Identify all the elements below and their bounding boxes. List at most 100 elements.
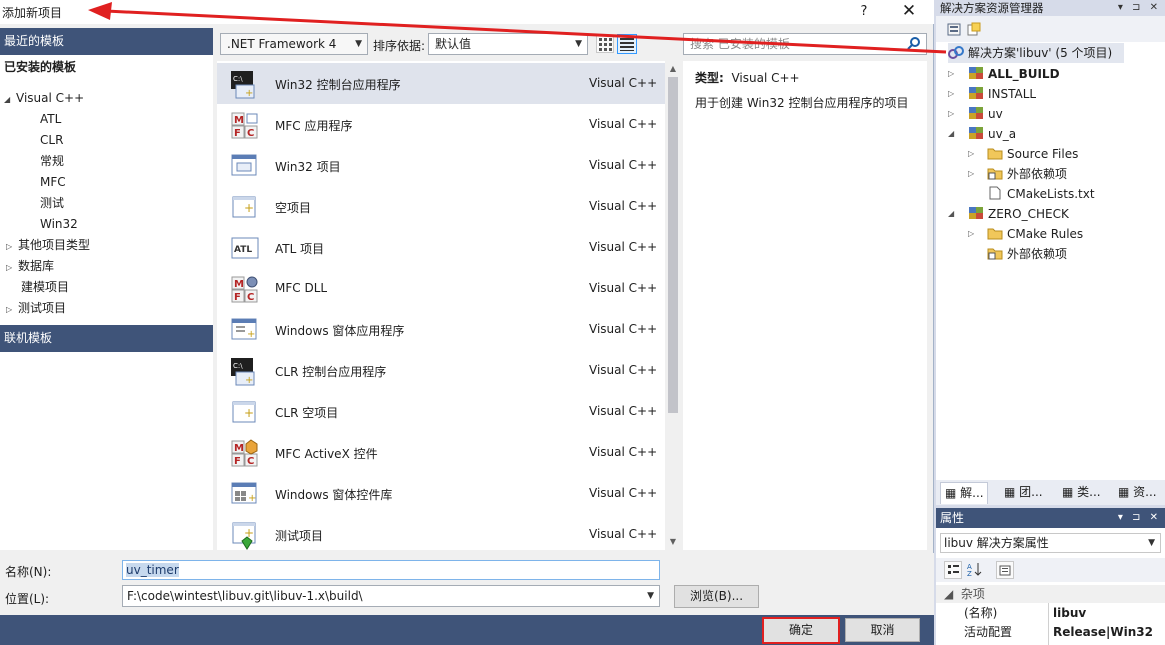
show-all-files-icon[interactable] [966, 21, 982, 37]
tree-node-test[interactable]: 测试 [40, 193, 64, 214]
template-row[interactable]: + Windows 窗体应用程序 Visual C++ [217, 309, 666, 350]
categorized-icon[interactable] [944, 561, 962, 579]
template-name: MFC ActiveX 控件 [275, 447, 378, 461]
installed-templates-header[interactable]: 已安装的模板 [0, 56, 213, 79]
template-row[interactable]: C:\ + Win32 控制台应用程序 Visual C++ [217, 63, 666, 104]
template-row[interactable]: M F C MFC 应用程序 Visual C++ [217, 104, 666, 145]
tree-label: 数据库 [18, 259, 55, 273]
sort-select[interactable]: 默认值 ▼ [428, 33, 588, 55]
collapsed-arrow-icon[interactable]: ▷ [948, 104, 954, 124]
solution-tree-node[interactable]: Source Files [987, 144, 1078, 164]
test-project-icon: + [230, 520, 260, 550]
tree-node-clr[interactable]: CLR [40, 130, 63, 151]
solution-tree-node[interactable]: uv [968, 104, 1003, 124]
solution-tree-node[interactable]: uv_a [968, 124, 1016, 144]
help-button[interactable]: ? [852, 2, 876, 22]
properties-icon[interactable] [946, 21, 962, 37]
small-icons-view-button[interactable] [596, 35, 614, 53]
scroll-up-icon[interactable]: ▲ [665, 61, 681, 77]
cancel-button[interactable]: 取消 [845, 618, 920, 642]
template-row[interactable]: M F C MFC DLL Visual C++ [217, 268, 666, 309]
expanded-arrow-icon[interactable]: ◢ [4, 89, 16, 110]
template-row[interactable]: C:\ + CLR 控制台应用程序 Visual C++ [217, 350, 666, 391]
svg-text:+: + [245, 88, 253, 99]
tab-label: 类... [1077, 485, 1101, 499]
template-row[interactable]: M F C MFC ActiveX 控件 Visual C++ [217, 432, 666, 473]
tree-node-mfc[interactable]: MFC [40, 172, 66, 193]
property-row[interactable]: (名称) libuv [936, 604, 1165, 623]
solution-tree-node[interactable]: ZERO_CHECK [968, 204, 1069, 224]
collapsed-arrow-icon[interactable]: ▷ [948, 64, 954, 84]
tree-node-database[interactable]: ▷ 数据库 [6, 256, 54, 277]
tree-node-other-project-types[interactable]: ▷ 其他项目类型 [6, 235, 90, 256]
panel-window-buttons[interactable]: ▾ ⊐ ✕ [1118, 0, 1161, 16]
details-view-button[interactable] [617, 34, 637, 54]
team-tab-icon: ▦ [1004, 485, 1016, 499]
alphabetical-sort-icon[interactable]: AZ [966, 561, 984, 579]
solution-tree-node[interactable]: CMake Rules [987, 224, 1083, 244]
framework-value: .NET Framework 4 [227, 37, 337, 51]
properties-category[interactable]: ◢ 杂项 [936, 585, 1165, 603]
ok-button[interactable]: 确定 [762, 617, 840, 644]
browse-button[interactable]: 浏览(B)... [674, 585, 759, 608]
tab-solution-explorer[interactable]: ▦ 解... [940, 482, 988, 504]
solution-tree-node[interactable]: ALL_BUILD [968, 64, 1060, 84]
tab-class-view[interactable]: ▦ 类... [1058, 482, 1106, 504]
template-row[interactable]: Win32 项目 Visual C++ [217, 145, 666, 186]
project-name-input[interactable]: uv_timer [122, 560, 660, 580]
online-templates-header[interactable]: 联机模板 [0, 325, 213, 352]
solution-explorer-titlebar: 解决方案资源管理器 ▾ ⊐ ✕ [936, 0, 1165, 16]
windows-forms-app-icon: + [230, 315, 260, 345]
collapsed-arrow-icon[interactable]: ▷ [6, 299, 18, 320]
solution-tree-node[interactable]: CMakeLists.txt [987, 184, 1095, 204]
template-language: Visual C++ [589, 527, 658, 541]
tree-node-visual-cpp[interactable]: ◢ Visual C++ [4, 88, 84, 109]
panel-window-buttons[interactable]: ▾ ⊐ ✕ [1118, 508, 1161, 528]
expanded-arrow-icon[interactable]: ◢ [948, 204, 954, 224]
template-list: C:\ + Win32 控制台应用程序 Visual C++ M F C MFC 应用程序 Vi… [217, 61, 666, 550]
solution-tree-node[interactable]: 外部依赖项 [987, 164, 1067, 184]
solution-explorer-toolbar [936, 16, 1165, 42]
properties-object-select[interactable]: libuv 解决方案属性 ▼ [940, 533, 1161, 553]
framework-select[interactable]: .NET Framework 4 ▼ [220, 33, 368, 55]
tree-node-general[interactable]: 常规 [40, 151, 64, 172]
svg-text:+: + [245, 375, 253, 386]
property-row[interactable]: 活动配置 Release|Win32 [936, 623, 1165, 642]
location-select[interactable]: F:\code\wintest\libuv.git\libuv-1.x\buil… [122, 585, 660, 607]
tree-node-label: Source Files [1007, 147, 1079, 161]
tab-resource-view[interactable]: ▦ 资... [1114, 482, 1162, 504]
solution-tree-node[interactable]: INSTALL [968, 84, 1036, 104]
expanded-arrow-icon[interactable]: ◢ [948, 124, 954, 144]
solution-tree-node[interactable]: 外部依赖项 [987, 244, 1067, 264]
template-row[interactable]: ATL ATL 项目 Visual C++ [217, 227, 666, 268]
collapsed-arrow-icon[interactable]: ▷ [968, 224, 974, 244]
tree-node-atl[interactable]: ATL [40, 109, 61, 130]
dialog-title: 添加新项目 [2, 6, 63, 20]
tree-node-win32[interactable]: Win32 [40, 214, 78, 235]
collapsed-arrow-icon[interactable]: ▷ [948, 84, 954, 104]
close-button[interactable]: ✕ [896, 0, 922, 22]
template-row[interactable]: + CLR 空项目 Visual C++ [217, 391, 666, 432]
tree-node-test-projects[interactable]: ▷ 测试项目 [6, 298, 66, 319]
collapsed-arrow-icon[interactable]: ▷ [6, 236, 18, 257]
tree-node-modeling-projects[interactable]: 建模项目 [21, 277, 69, 298]
search-placeholder: 搜索 已安装的模板 [690, 37, 790, 51]
scrollbar-thumb[interactable] [668, 77, 678, 413]
collapsed-arrow-icon[interactable]: ▷ [6, 257, 18, 278]
template-list-scrollbar[interactable]: ▲ ▼ [665, 61, 681, 550]
scroll-down-icon[interactable]: ▼ [665, 534, 681, 550]
template-row[interactable]: + Windows 窗体控件库 Visual C++ [217, 473, 666, 514]
search-icon[interactable] [906, 36, 922, 52]
collapsed-arrow-icon[interactable]: ▷ [968, 144, 974, 164]
property-pages-icon[interactable] [996, 561, 1014, 579]
template-row[interactable]: + 测试项目 Visual C++ [217, 514, 666, 550]
template-search-input[interactable]: 搜索 已安装的模板 [683, 33, 927, 55]
tab-team-explorer[interactable]: ▦ 团... [1000, 482, 1048, 504]
collapse-arrow-icon[interactable]: ◢ [944, 587, 953, 601]
recent-templates-header[interactable]: 最近的模板 [0, 28, 213, 55]
collapsed-arrow-icon[interactable]: ▷ [968, 164, 974, 184]
template-row[interactable]: + 空项目 Visual C++ [217, 186, 666, 227]
solution-tab-icon: ▦ [945, 486, 957, 500]
solution-root-node[interactable]: 解决方案'libuv' (5 个项目) [948, 43, 1124, 63]
sort-by-label: 排序依据: [373, 39, 426, 53]
